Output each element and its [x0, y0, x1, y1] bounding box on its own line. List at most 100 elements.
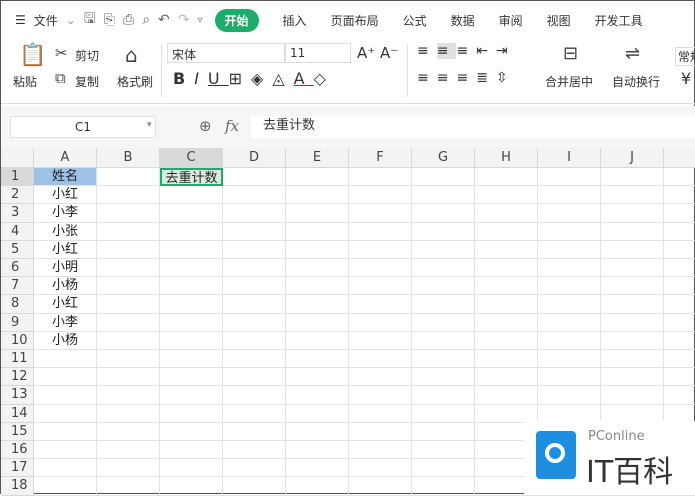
menu-icon[interactable]: ☰: [15, 13, 26, 27]
cell-K10[interactable]: [664, 332, 695, 350]
cell-E4[interactable]: [286, 222, 349, 241]
cell-J4[interactable]: [601, 222, 664, 241]
cell-J3[interactable]: [601, 204, 664, 223]
cell-C2[interactable]: [160, 186, 223, 205]
cell-D14[interactable]: [223, 404, 286, 423]
cell-H13[interactable]: [475, 386, 538, 405]
cell-E11[interactable]: [286, 350, 349, 369]
cell-A16[interactable]: [34, 441, 97, 460]
cell-E5[interactable]: [286, 240, 349, 259]
cell-K9[interactable]: [664, 314, 695, 332]
cell-G15[interactable]: [412, 422, 475, 441]
name-box[interactable]: C1: [10, 116, 156, 138]
redo-icon[interactable]: ↷: [178, 12, 190, 28]
cell-J11[interactable]: [601, 350, 664, 369]
cell-K2[interactable]: [664, 186, 695, 205]
cell-G13[interactable]: [412, 386, 475, 405]
cell-E15[interactable]: [286, 422, 349, 441]
cell-B16[interactable]: [97, 441, 160, 460]
cell-B7[interactable]: [97, 277, 160, 296]
row-header-11[interactable]: 11: [1, 350, 34, 369]
cell-B14[interactable]: [97, 404, 160, 423]
cell-J2[interactable]: [601, 186, 664, 205]
cell-F9[interactable]: [349, 313, 412, 332]
cell-K6[interactable]: [664, 259, 695, 278]
cell-A6[interactable]: 小明: [34, 259, 97, 278]
cell-A3[interactable]: 小李: [34, 204, 97, 223]
cell-G4[interactable]: [412, 222, 475, 241]
merge-center-button[interactable]: 合并居中: [545, 73, 593, 90]
cell-F13[interactable]: [349, 386, 412, 405]
cell-H2[interactable]: [475, 186, 538, 205]
row-header-5[interactable]: 5: [1, 240, 34, 259]
cell-B12[interactable]: [97, 368, 160, 387]
align-top-icons[interactable]: ≡≡≡⇤⇥: [417, 43, 516, 59]
tab-view[interactable]: 视图: [547, 12, 571, 29]
cell-C6[interactable]: [160, 259, 223, 278]
cell-J13[interactable]: [601, 386, 664, 405]
cell-D15[interactable]: [223, 422, 286, 441]
cell-H8[interactable]: [475, 295, 538, 314]
cell-J6[interactable]: [601, 259, 664, 278]
cell-F12[interactable]: [349, 368, 412, 387]
cell-I5[interactable]: [538, 240, 601, 259]
paste-icon[interactable]: 📋: [19, 43, 46, 68]
cell-I10[interactable]: [538, 331, 601, 350]
cell-F18[interactable]: [349, 477, 412, 496]
cell-K12[interactable]: [664, 368, 695, 387]
cell-G1[interactable]: [412, 168, 475, 187]
cell-B17[interactable]: [97, 459, 160, 478]
cell-B15[interactable]: [97, 422, 160, 441]
cell-B11[interactable]: [97, 350, 160, 369]
tab-insert[interactable]: 插入: [283, 12, 307, 29]
cell-C11[interactable]: [160, 350, 223, 369]
format-painter-button[interactable]: 格式刷: [117, 73, 153, 90]
cell-D16[interactable]: [223, 441, 286, 460]
cell-D9[interactable]: [223, 313, 286, 332]
tab-home[interactable]: 开始: [214, 8, 259, 32]
cell-B6[interactable]: [97, 259, 160, 278]
cell-E2[interactable]: [286, 186, 349, 205]
brush-icon[interactable]: ⌂: [125, 43, 138, 67]
cell-H1[interactable]: [475, 168, 538, 187]
cell-G14[interactable]: [412, 404, 475, 423]
column-header-A[interactable]: A: [34, 148, 97, 168]
cell-J12[interactable]: [601, 368, 664, 387]
cell-K13[interactable]: [664, 386, 695, 405]
cell-A7[interactable]: 小杨: [34, 277, 97, 296]
column-header-extra[interactable]: [664, 148, 695, 168]
column-header-B[interactable]: B: [97, 148, 160, 168]
cell-F16[interactable]: [349, 441, 412, 460]
cell-J5[interactable]: [601, 240, 664, 259]
column-header-C[interactable]: C: [160, 148, 223, 168]
cell-K7[interactable]: [664, 277, 695, 296]
cell-E18[interactable]: [286, 477, 349, 496]
row-header-10[interactable]: 10: [1, 331, 34, 350]
print-icon[interactable]: ⎙: [123, 12, 134, 28]
zoom-icon[interactable]: ⊕: [199, 117, 212, 135]
cell-A4[interactable]: 小张: [34, 222, 97, 241]
cell-I2[interactable]: [538, 186, 601, 205]
cell-E7[interactable]: [286, 277, 349, 296]
save-icon[interactable]: 🖫: [84, 8, 96, 32]
font-size-select[interactable]: 11: [285, 43, 351, 63]
cell-C12[interactable]: [160, 368, 223, 387]
cell-F7[interactable]: [349, 277, 412, 296]
cell-E9[interactable]: [286, 313, 349, 332]
formula-input[interactable]: 去重计数: [251, 116, 695, 138]
cell-G9[interactable]: [412, 313, 475, 332]
row-header-8[interactable]: 8: [1, 295, 34, 314]
row-header-12[interactable]: 12: [1, 368, 34, 387]
cell-A5[interactable]: 小红: [34, 240, 97, 259]
column-header-D[interactable]: D: [223, 148, 286, 168]
cell-H6[interactable]: [475, 259, 538, 278]
cell-J10[interactable]: [601, 331, 664, 350]
cell-J1[interactable]: [601, 168, 664, 187]
tab-formula[interactable]: 公式: [403, 12, 427, 29]
cell-C17[interactable]: [160, 459, 223, 478]
fx-icon[interactable]: fx: [225, 117, 239, 135]
cell-A11[interactable]: [34, 350, 97, 369]
cell-H10[interactable]: [475, 331, 538, 350]
cell-B18[interactable]: [97, 477, 160, 496]
cell-A1[interactable]: 姓名: [34, 168, 97, 187]
